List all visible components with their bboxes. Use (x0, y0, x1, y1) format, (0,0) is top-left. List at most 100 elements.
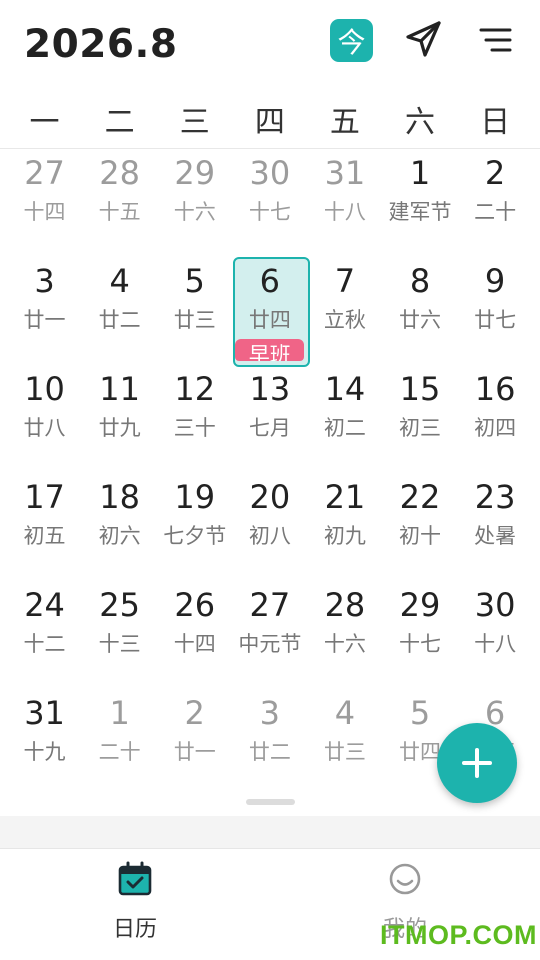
day-number: 27 (24, 154, 65, 192)
day-number: 17 (24, 478, 65, 516)
day-number: 28 (324, 586, 366, 624)
lunar-date: 初九 (323, 524, 366, 548)
day-number: 1 (109, 694, 130, 732)
day-cell[interactable]: 25 十三 (82, 581, 157, 689)
day-number: 1 (409, 154, 431, 192)
day-cell[interactable]: 24 十二 (7, 581, 82, 689)
lunar-date: 初六 (98, 524, 141, 548)
day-cell[interactable]: 30 十七 (232, 149, 307, 257)
day-cell[interactable]: 3 廿二 (232, 689, 307, 797)
lunar-date: 廿一 (23, 308, 66, 332)
tab-calendar[interactable]: 日历 (0, 849, 270, 960)
lunar-date: 廿二 (248, 740, 291, 764)
day-number: 21 (324, 478, 366, 516)
day-cell[interactable]: 8 廿六 (382, 257, 457, 365)
lunar-date: 廿三 (173, 308, 216, 332)
lunar-date: 立秋 (323, 308, 366, 332)
lunar-date: 二十 (474, 200, 517, 224)
lunar-date: 处暑 (474, 524, 517, 548)
day-number: 20 (249, 478, 291, 516)
day-cell[interactable]: 7 立秋 (307, 257, 382, 365)
day-cell[interactable]: 14 初二 (307, 365, 382, 473)
calendar-week-row: 17 初五 18 初六 19 七夕节 20 初八 21 初九 22 初十 23 处暑 (7, 473, 533, 581)
day-number: 12 (174, 370, 216, 408)
day-number: 29 (174, 154, 216, 192)
day-number: 5 (409, 694, 431, 732)
day-number: 22 (399, 478, 441, 516)
day-cell[interactable]: 27 十四 (7, 149, 82, 257)
day-cell[interactable]: 4 廿三 (307, 689, 382, 797)
day-number: 25 (99, 586, 140, 624)
day-cell[interactable]: 9 廿七 (458, 257, 533, 365)
weekday-label: 四 (254, 105, 285, 140)
day-cell[interactable]: 29 十七 (382, 581, 457, 689)
day-cell[interactable]: 16 初四 (458, 365, 533, 473)
day-cell[interactable]: 10 廿八 (7, 365, 82, 473)
day-cell[interactable]: 15 初三 (382, 365, 457, 473)
day-cell[interactable]: 18 初六 (82, 473, 157, 581)
day-number: 18 (99, 478, 140, 516)
day-cell-today[interactable]: 6 廿四 早班 (232, 257, 311, 367)
lunar-date: 十八 (323, 200, 366, 224)
day-cell[interactable]: 31 十八 (307, 149, 382, 257)
day-cell[interactable]: 20 初八 (232, 473, 307, 581)
day-number: 2 (484, 154, 506, 192)
lunar-date: 廿三 (323, 740, 366, 764)
lunar-date: 十四 (173, 632, 216, 656)
day-number: 10 (24, 370, 65, 408)
day-cell[interactable]: 28 十五 (82, 149, 157, 257)
lunar-date: 七夕节 (163, 524, 227, 548)
day-cell[interactable]: 11 廿九 (82, 365, 157, 473)
month-title[interactable]: 2026.8 (24, 22, 178, 67)
day-cell[interactable]: 2 二十 (458, 149, 533, 257)
day-cell[interactable]: 28 十六 (307, 581, 382, 689)
day-cell[interactable]: 22 初十 (382, 473, 457, 581)
send-icon[interactable] (403, 18, 445, 60)
lunar-date: 初四 (474, 416, 517, 440)
calendar-week-row: 3 廿一 4 廿二 5 廿三 6 廿四 早班 7 立秋 8 廿六 9 廿七 (7, 257, 533, 367)
day-cell[interactable]: 12 三十 (157, 365, 232, 473)
lunar-date: 十四 (23, 200, 66, 224)
day-number: 23 (474, 478, 516, 516)
add-button[interactable] (437, 723, 517, 803)
lunar-date: 廿九 (98, 416, 141, 440)
day-number: 26 (174, 586, 216, 624)
day-cell[interactable]: 26 十四 (157, 581, 232, 689)
lunar-date: 初五 (23, 524, 66, 548)
day-number: 3 (259, 694, 280, 732)
day-number: 24 (24, 586, 65, 624)
day-cell[interactable]: 5 廿三 (157, 257, 232, 365)
calendar-week-row: 10 廿八 11 廿九 12 三十 13 七月 14 初二 15 初三 16 初四 (7, 365, 533, 473)
day-cell[interactable]: 13 七月 (232, 365, 307, 473)
day-cell[interactable]: 19 七夕节 (157, 473, 232, 581)
day-cell[interactable]: 27 中元节 (232, 581, 307, 689)
lunar-date: 十六 (323, 632, 366, 656)
drag-handle[interactable] (246, 799, 295, 805)
day-cell[interactable]: 2 廿一 (157, 689, 232, 797)
day-cell[interactable]: 1 二十 (82, 689, 157, 797)
day-number: 27 (249, 586, 291, 624)
today-button[interactable]: 今 (330, 19, 373, 62)
day-cell[interactable]: 30 十八 (458, 581, 533, 689)
filter-menu-icon[interactable] (474, 22, 516, 58)
lunar-date: 初三 (399, 416, 442, 440)
day-cell[interactable]: 31 十九 (7, 689, 82, 797)
lunar-date: 十三 (98, 632, 141, 656)
day-cell[interactable]: 4 廿二 (82, 257, 157, 365)
lunar-date: 廿六 (399, 308, 442, 332)
lunar-date: 廿七 (474, 308, 517, 332)
day-cell[interactable]: 1 建军节 (382, 149, 457, 257)
watermark: ITMOP.COM (380, 920, 538, 950)
day-cell[interactable]: 29 十六 (157, 149, 232, 257)
day-cell[interactable]: 17 初五 (7, 473, 82, 581)
lunar-date: 十八 (474, 632, 517, 656)
day-cell[interactable]: 21 初九 (307, 473, 382, 581)
calendar-week-row: 24 十二 25 十三 26 十四 27 中元节 28 十六 29 十七 30 十八 (7, 581, 533, 689)
day-cell[interactable]: 3 廿一 (7, 257, 82, 365)
weekday-label: 一 (29, 105, 60, 140)
lunar-date: 初十 (399, 524, 442, 548)
day-number: 13 (249, 370, 291, 408)
day-cell[interactable]: 23 处暑 (458, 473, 533, 581)
day-number: 4 (334, 694, 356, 732)
lunar-date: 初二 (323, 416, 366, 440)
